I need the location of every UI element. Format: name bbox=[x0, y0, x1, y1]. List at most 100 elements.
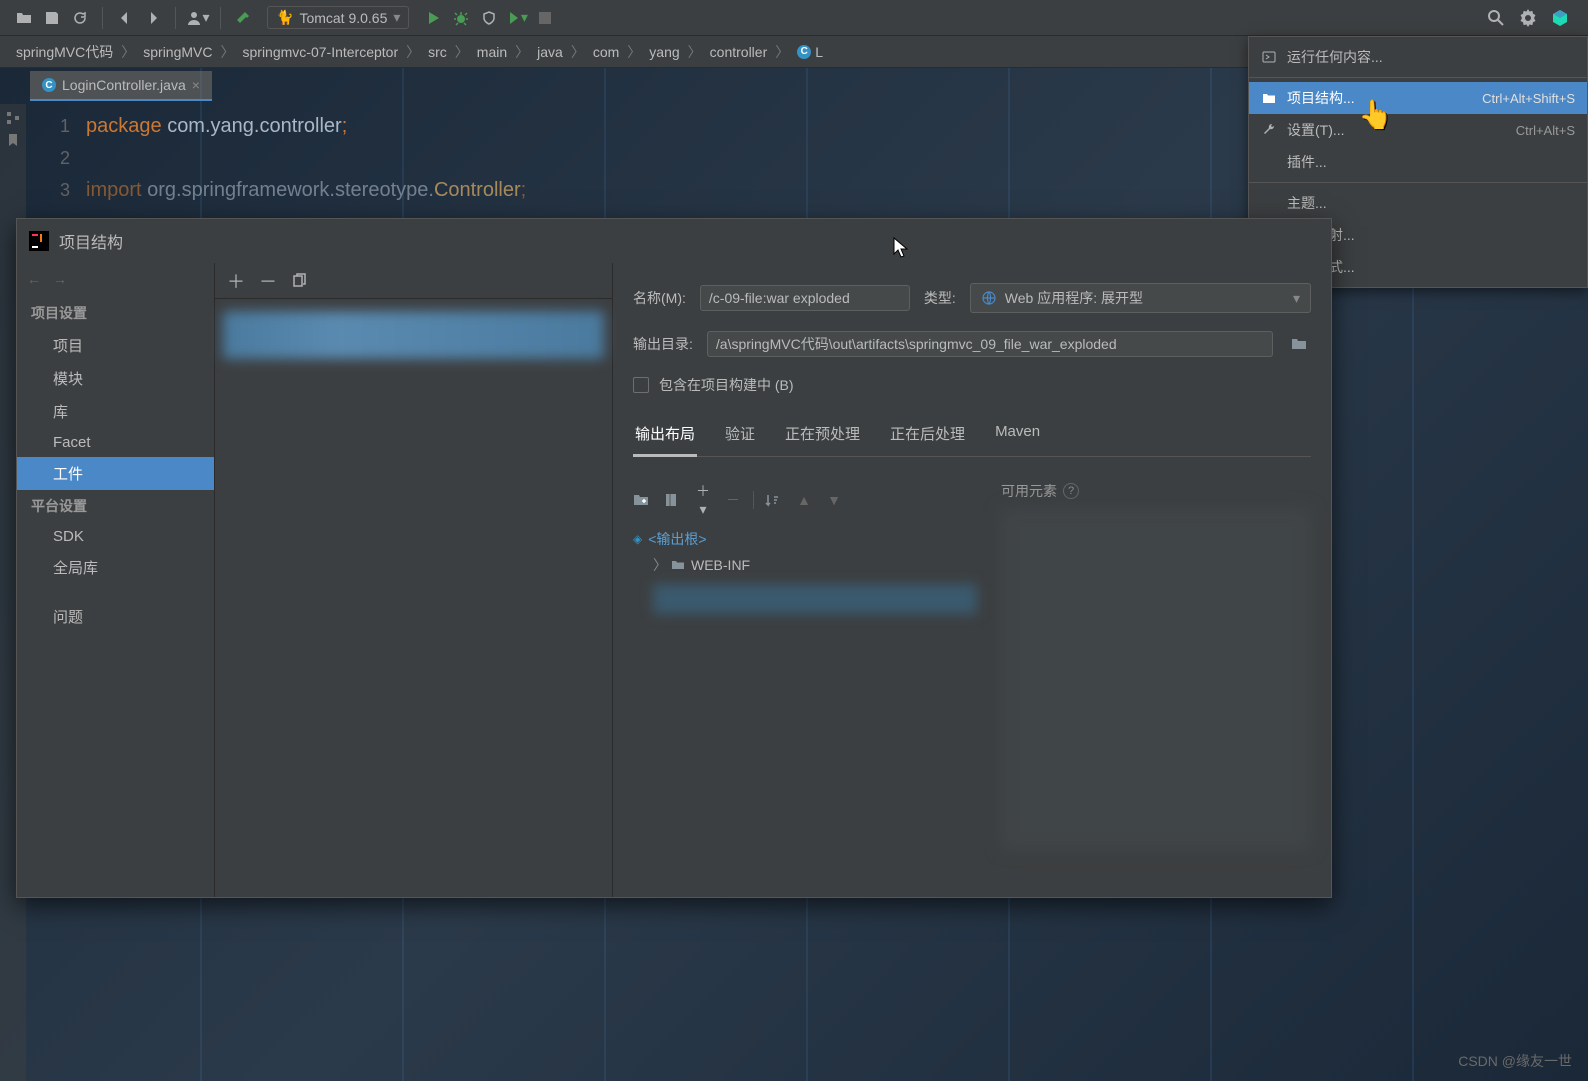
breadcrumb-item[interactable]: main bbox=[471, 42, 513, 62]
globe-icon bbox=[981, 290, 997, 306]
dialog-title: 项目结构 bbox=[59, 229, 123, 253]
project-structure-dialog: 项目结构 ← → 项目设置 项目 模块 库 Facet 工件 平台设置 SDK … bbox=[16, 218, 1332, 898]
tab-output-layout[interactable]: 输出布局 bbox=[633, 417, 697, 457]
output-tree[interactable]: ◈ <输出根> 〉 WEB-INF bbox=[633, 526, 977, 614]
sidebar-section: 项目设置 bbox=[17, 297, 214, 329]
tab-postprocess[interactable]: 正在后处理 bbox=[888, 417, 967, 456]
run-anything-icon bbox=[1261, 49, 1277, 65]
dialog-sidebar: ← → 项目设置 项目 模块 库 Facet 工件 平台设置 SDK 全局库 问… bbox=[17, 263, 215, 897]
sidebar-item-sdk[interactable]: SDK bbox=[17, 522, 214, 551]
sidebar-item-modules[interactable]: 模块 bbox=[17, 362, 214, 395]
add-icon[interactable]: ＋ bbox=[227, 268, 245, 294]
artifacts-list-panel: ＋ － bbox=[215, 263, 613, 897]
browse-folder-icon[interactable] bbox=[1287, 332, 1311, 356]
run-icon[interactable] bbox=[421, 6, 445, 30]
search-icon[interactable] bbox=[1484, 6, 1508, 30]
tree-item-label: WEB-INF bbox=[691, 557, 750, 573]
stop-icon[interactable] bbox=[533, 6, 557, 30]
save-all-icon[interactable] bbox=[40, 6, 64, 30]
sidebar-item-facet[interactable]: Facet bbox=[17, 428, 214, 457]
profile-icon[interactable]: ▾ bbox=[186, 6, 210, 30]
chevron-down-icon: ▾ bbox=[1293, 290, 1300, 307]
available-elements-label: 可用元素 bbox=[1001, 481, 1057, 501]
intellij-icon bbox=[29, 231, 49, 251]
new-archive-icon[interactable] bbox=[663, 492, 683, 508]
hand-cursor-icon: 👆 bbox=[1358, 98, 1393, 131]
breadcrumb-item[interactable]: CL bbox=[791, 42, 829, 62]
run-config-label: Tomcat 9.0.65 bbox=[299, 10, 387, 26]
nav-back-icon[interactable]: ← bbox=[27, 271, 41, 287]
run-with-icon[interactable]: ▾ bbox=[505, 6, 529, 30]
forward-icon[interactable] bbox=[141, 6, 165, 30]
breadcrumb-item[interactable]: com bbox=[587, 42, 625, 62]
class-icon: C bbox=[797, 45, 811, 59]
up-icon[interactable]: ▲ bbox=[794, 492, 814, 508]
menu-item-plugins[interactable]: 插件... bbox=[1249, 146, 1587, 178]
breadcrumb-item[interactable]: src bbox=[422, 42, 453, 62]
menu-item-settings[interactable]: 设置(T)... Ctrl+Alt+S bbox=[1249, 114, 1587, 146]
expand-icon[interactable]: 〉 bbox=[653, 555, 665, 575]
list-item[interactable] bbox=[653, 584, 977, 614]
hammer-icon[interactable] bbox=[231, 6, 255, 30]
breadcrumb-item[interactable]: springMVC bbox=[137, 42, 218, 62]
bookmarks-icon[interactable] bbox=[5, 132, 21, 148]
dialog-titlebar[interactable]: 项目结构 bbox=[17, 219, 1331, 263]
open-icon[interactable] bbox=[12, 6, 36, 30]
sidebar-item-artifacts[interactable]: 工件 bbox=[17, 457, 214, 490]
nav-forward-icon[interactable]: → bbox=[53, 271, 67, 287]
structure-icon[interactable] bbox=[5, 110, 21, 126]
name-label: 名称(M): bbox=[633, 288, 686, 308]
chevron-down-icon: ▾ bbox=[393, 9, 400, 26]
sort-icon[interactable] bbox=[764, 492, 784, 508]
down-icon[interactable]: ▼ bbox=[824, 492, 844, 508]
watermark: CSDN @缘友一世 bbox=[1458, 1051, 1572, 1071]
sidebar-item-project[interactable]: 项目 bbox=[17, 329, 214, 362]
output-dir-input[interactable] bbox=[707, 331, 1273, 357]
breadcrumb-item[interactable]: springMVC代码 bbox=[10, 40, 119, 64]
type-select[interactable]: Web 应用程序: 展开型 ▾ bbox=[970, 283, 1311, 313]
sidebar-item-problems[interactable]: 问题 bbox=[17, 600, 214, 633]
tab-maven[interactable]: Maven bbox=[993, 417, 1042, 456]
menu-item-theme[interactable]: 主题... bbox=[1249, 187, 1587, 219]
include-build-checkbox[interactable] bbox=[633, 377, 649, 393]
output-dir-label: 输出目录: bbox=[633, 334, 693, 354]
remove-icon[interactable]: － bbox=[723, 490, 743, 510]
menu-item-run-anything[interactable]: 运行任何内容... bbox=[1249, 41, 1587, 73]
settings-gear-icon[interactable] bbox=[1516, 6, 1540, 30]
copy-icon[interactable] bbox=[291, 273, 307, 289]
sidebar-section: 平台设置 bbox=[17, 490, 214, 522]
main-toolbar: ▾ 🐈 Tomcat 9.0.65 ▾ ▾ bbox=[0, 0, 1588, 36]
breadcrumb-item[interactable]: controller bbox=[704, 42, 774, 62]
folder-icon bbox=[671, 558, 685, 572]
name-input[interactable] bbox=[700, 285, 910, 311]
type-value: Web 应用程序: 展开型 bbox=[1005, 288, 1143, 308]
remove-icon[interactable]: － bbox=[259, 268, 277, 294]
add-copy-icon[interactable]: ＋▾ bbox=[693, 481, 713, 518]
tab-preprocess[interactable]: 正在预处理 bbox=[783, 417, 862, 456]
run-config-selector[interactable]: 🐈 Tomcat 9.0.65 ▾ bbox=[267, 6, 409, 29]
checkbox-label: 包含在项目构建中 (B) bbox=[659, 375, 794, 395]
menu-item-project-structure[interactable]: 项目结构... Ctrl+Alt+Shift+S bbox=[1249, 82, 1587, 114]
tomcat-icon: 🐈 bbox=[276, 9, 293, 26]
sidebar-item-libraries[interactable]: 库 bbox=[17, 395, 214, 428]
arrow-cursor-icon bbox=[892, 236, 912, 260]
list-item[interactable] bbox=[223, 311, 604, 359]
artifacts-list[interactable] bbox=[215, 299, 612, 359]
new-folder-icon[interactable] bbox=[633, 492, 653, 508]
breadcrumb-item[interactable]: yang bbox=[643, 42, 685, 62]
output-root-icon: ◈ bbox=[633, 532, 642, 546]
artifact-tabs: 输出布局 验证 正在预处理 正在后处理 Maven bbox=[633, 417, 1311, 457]
available-elements-tree[interactable] bbox=[1001, 509, 1311, 849]
tab-validation[interactable]: 验证 bbox=[723, 417, 757, 456]
coverage-icon[interactable] bbox=[477, 6, 501, 30]
wrench-icon bbox=[1261, 122, 1277, 138]
ide-logo-icon[interactable] bbox=[1548, 6, 1572, 30]
debug-icon[interactable] bbox=[449, 6, 473, 30]
breadcrumb-item[interactable]: java bbox=[531, 42, 569, 62]
sidebar-item-global-libs[interactable]: 全局库 bbox=[17, 551, 214, 584]
tree-root-label: <输出根> bbox=[648, 529, 706, 549]
back-icon[interactable] bbox=[113, 6, 137, 30]
help-icon[interactable]: ? bbox=[1063, 483, 1079, 499]
breadcrumb-item[interactable]: springmvc-07-Interceptor bbox=[237, 42, 405, 62]
refresh-icon[interactable] bbox=[68, 6, 92, 30]
